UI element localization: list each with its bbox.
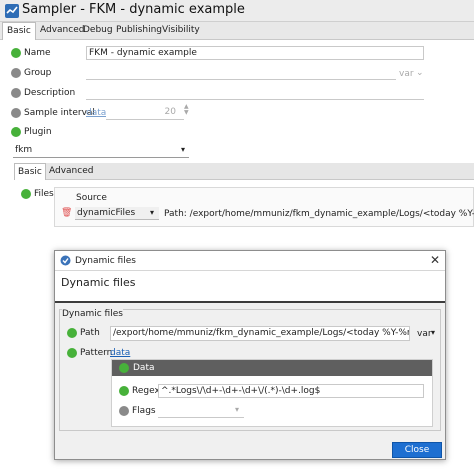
dialog-heading: Dynamic files [61,276,136,289]
group-status-dot [11,68,21,78]
data-header-label: Data [133,363,155,373]
sampler-window: Sampler - FKM - dynamic example Basic Ad… [0,0,474,474]
files-label: Files [34,189,54,199]
data-status-dot [119,363,129,373]
sample-interval-spinner-icon[interactable]: ▲ ▼ [184,104,189,116]
flags-chevron-down-icon[interactable]: ▾ [235,405,239,414]
path-var-label: var [417,329,432,339]
files-path-summary: Path: /export/home/mmuniz/fkm_dynamic_ex… [164,209,474,219]
group-title: Dynamic files [62,309,123,319]
dialog-app-icon [60,255,71,266]
sample-interval-data-link[interactable]: data [86,108,106,118]
plugin-select[interactable]: fkm [13,144,189,158]
group-field[interactable] [86,66,396,80]
sample-interval-label: Sample interval [24,108,95,118]
data-panel: Data Regex ^.*Logs\/\d+-\d+-\d+\/(.*)-\d… [111,359,433,427]
data-panel-header: Data [112,360,432,376]
name-field[interactable]: FKM - dynamic example [86,46,424,60]
description-status-dot [11,88,21,98]
group-dropdown-icon[interactable]: ⌄ [416,68,424,78]
path-chevron-down-icon[interactable]: ▾ [431,328,435,337]
sampler-icon [5,4,19,18]
sample-interval-status-dot [11,108,21,118]
regex-field[interactable]: ^.*Logs\/\d+-\d+-\d+\/(.*)-\d+.log$ [158,384,424,398]
flags-status-dot [119,406,129,416]
group-label: Group [24,68,52,78]
path-status-dot [67,328,77,338]
source-select[interactable]: dynamicFiles [75,207,159,220]
description-label: Description [24,88,76,98]
sample-interval-field[interactable]: 20 [106,106,184,120]
flags-select[interactable] [158,404,244,418]
tab-visibility[interactable]: Visibility [158,22,204,40]
close-button[interactable]: Close [392,442,442,458]
title-bar: Sampler - FKM - dynamic example [0,0,474,22]
regex-label: Regex [132,386,160,396]
files-status-dot [21,189,31,199]
subtab-advanced[interactable]: Advanced [46,163,96,180]
source-column-header: Source [76,193,107,203]
flags-label: Flags [132,406,156,416]
group-var-label: var [399,69,414,79]
pattern-label: Pattern [80,348,113,358]
path-label: Path [80,328,100,338]
dialog-header: Dynamic files [55,271,445,303]
name-label: Name [24,48,51,58]
pattern-data-link[interactable]: data [110,348,130,358]
description-field[interactable] [86,86,424,100]
source-select-value: dynamicFiles [77,208,136,218]
close-icon[interactable]: ✕ [430,253,440,267]
name-status-dot [11,48,21,58]
window-title: Sampler - FKM - dynamic example [22,2,245,17]
dialog-title-bar: Dynamic files ✕ [55,251,445,271]
dialog-title: Dynamic files [75,256,136,266]
tab-basic[interactable]: Basic [2,22,36,41]
plugin-chevron-down-icon[interactable]: ▾ [181,145,185,154]
plugin-select-value: fkm [15,145,33,155]
tab-debug[interactable]: Debug [79,22,117,40]
regex-status-dot [119,386,129,396]
source-chevron-down-icon[interactable]: ▾ [150,208,154,217]
path-field[interactable]: /export/home/mmuniz/fkm_dynamic_example/… [110,326,410,341]
subtab-basic[interactable]: Basic [14,163,46,180]
dynamic-files-dialog: Dynamic files ✕ Dynamic files Dynamic fi… [54,250,446,460]
pattern-status-dot [67,348,77,358]
plugin-label: Plugin [24,127,52,137]
delete-row-icon[interactable]: 🗑 [61,208,72,218]
plugin-status-dot [11,127,21,137]
